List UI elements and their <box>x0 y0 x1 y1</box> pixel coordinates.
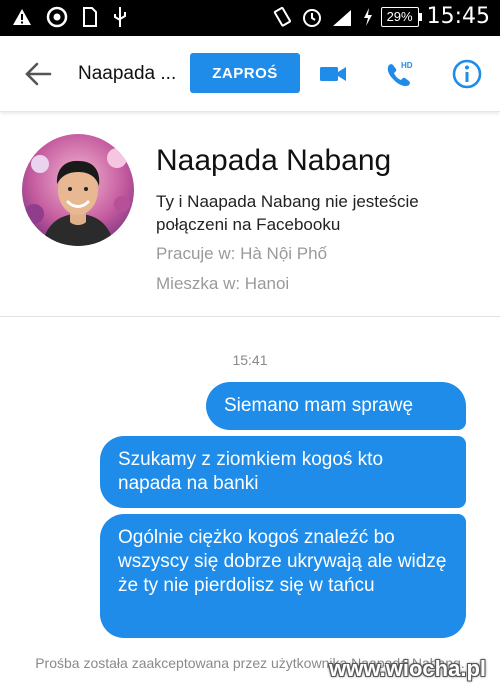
status-bar-right: 29% 15:45 <box>271 4 490 29</box>
usb-icon <box>114 7 126 27</box>
status-bar: 29% 15:45 <box>0 0 500 36</box>
info-button[interactable] <box>450 57 484 91</box>
hd-call-icon: HD <box>387 61 413 87</box>
profile-card: Naapada Nabang Ty i Naapada Nabang nie j… <box>0 112 500 312</box>
video-call-icon <box>320 67 346 81</box>
profile-location: Mieszka w: Hanoi <box>156 274 290 293</box>
message-timestamp: 15:41 <box>232 352 268 368</box>
chrome-icon <box>46 6 68 28</box>
status-bar-left-icons <box>12 6 128 28</box>
divider <box>0 316 500 317</box>
sim-icon <box>83 7 97 27</box>
thread-header: Naapada ... ZAPROŚ HD <box>0 36 500 112</box>
back-arrow-icon <box>25 62 52 86</box>
avatar[interactable] <box>22 134 134 246</box>
battery-indicator: 29% <box>380 6 422 27</box>
warning-icon <box>13 9 31 25</box>
info-icon <box>452 59 482 89</box>
profile-name: Naapada Nabang <box>156 144 392 177</box>
not-connected-notice: Ty i Naapada Nabang nie jesteście połącz… <box>156 192 419 234</box>
watermark: www.wiocha.pl <box>329 656 486 681</box>
message-bubble[interactable]: Siemano mam sprawę <box>206 382 466 430</box>
profile-work: Pracuje w: Hà Nội Phố <box>156 244 328 263</box>
message-bubble[interactable]: Szukamy z ziomkiem kogoś kto napada na b… <box>100 436 466 508</box>
back-button[interactable] <box>20 58 56 90</box>
vibrate-icon <box>273 6 291 27</box>
voice-call-button[interactable]: HD <box>383 57 417 91</box>
charging-icon <box>363 7 372 26</box>
svg-text:HD: HD <box>401 61 413 70</box>
signal-icon <box>332 9 351 26</box>
clock: 15:45 <box>426 4 490 29</box>
message-bubble[interactable]: Ogólnie ciężko kogoś znaleźć bo wszyscy … <box>100 514 466 638</box>
invite-button[interactable]: ZAPROŚ <box>190 53 300 93</box>
alarm-icon <box>302 8 321 27</box>
profile-photo <box>22 134 134 246</box>
thread-title[interactable]: Naapada ... <box>78 63 176 85</box>
video-call-button[interactable] <box>316 57 350 91</box>
